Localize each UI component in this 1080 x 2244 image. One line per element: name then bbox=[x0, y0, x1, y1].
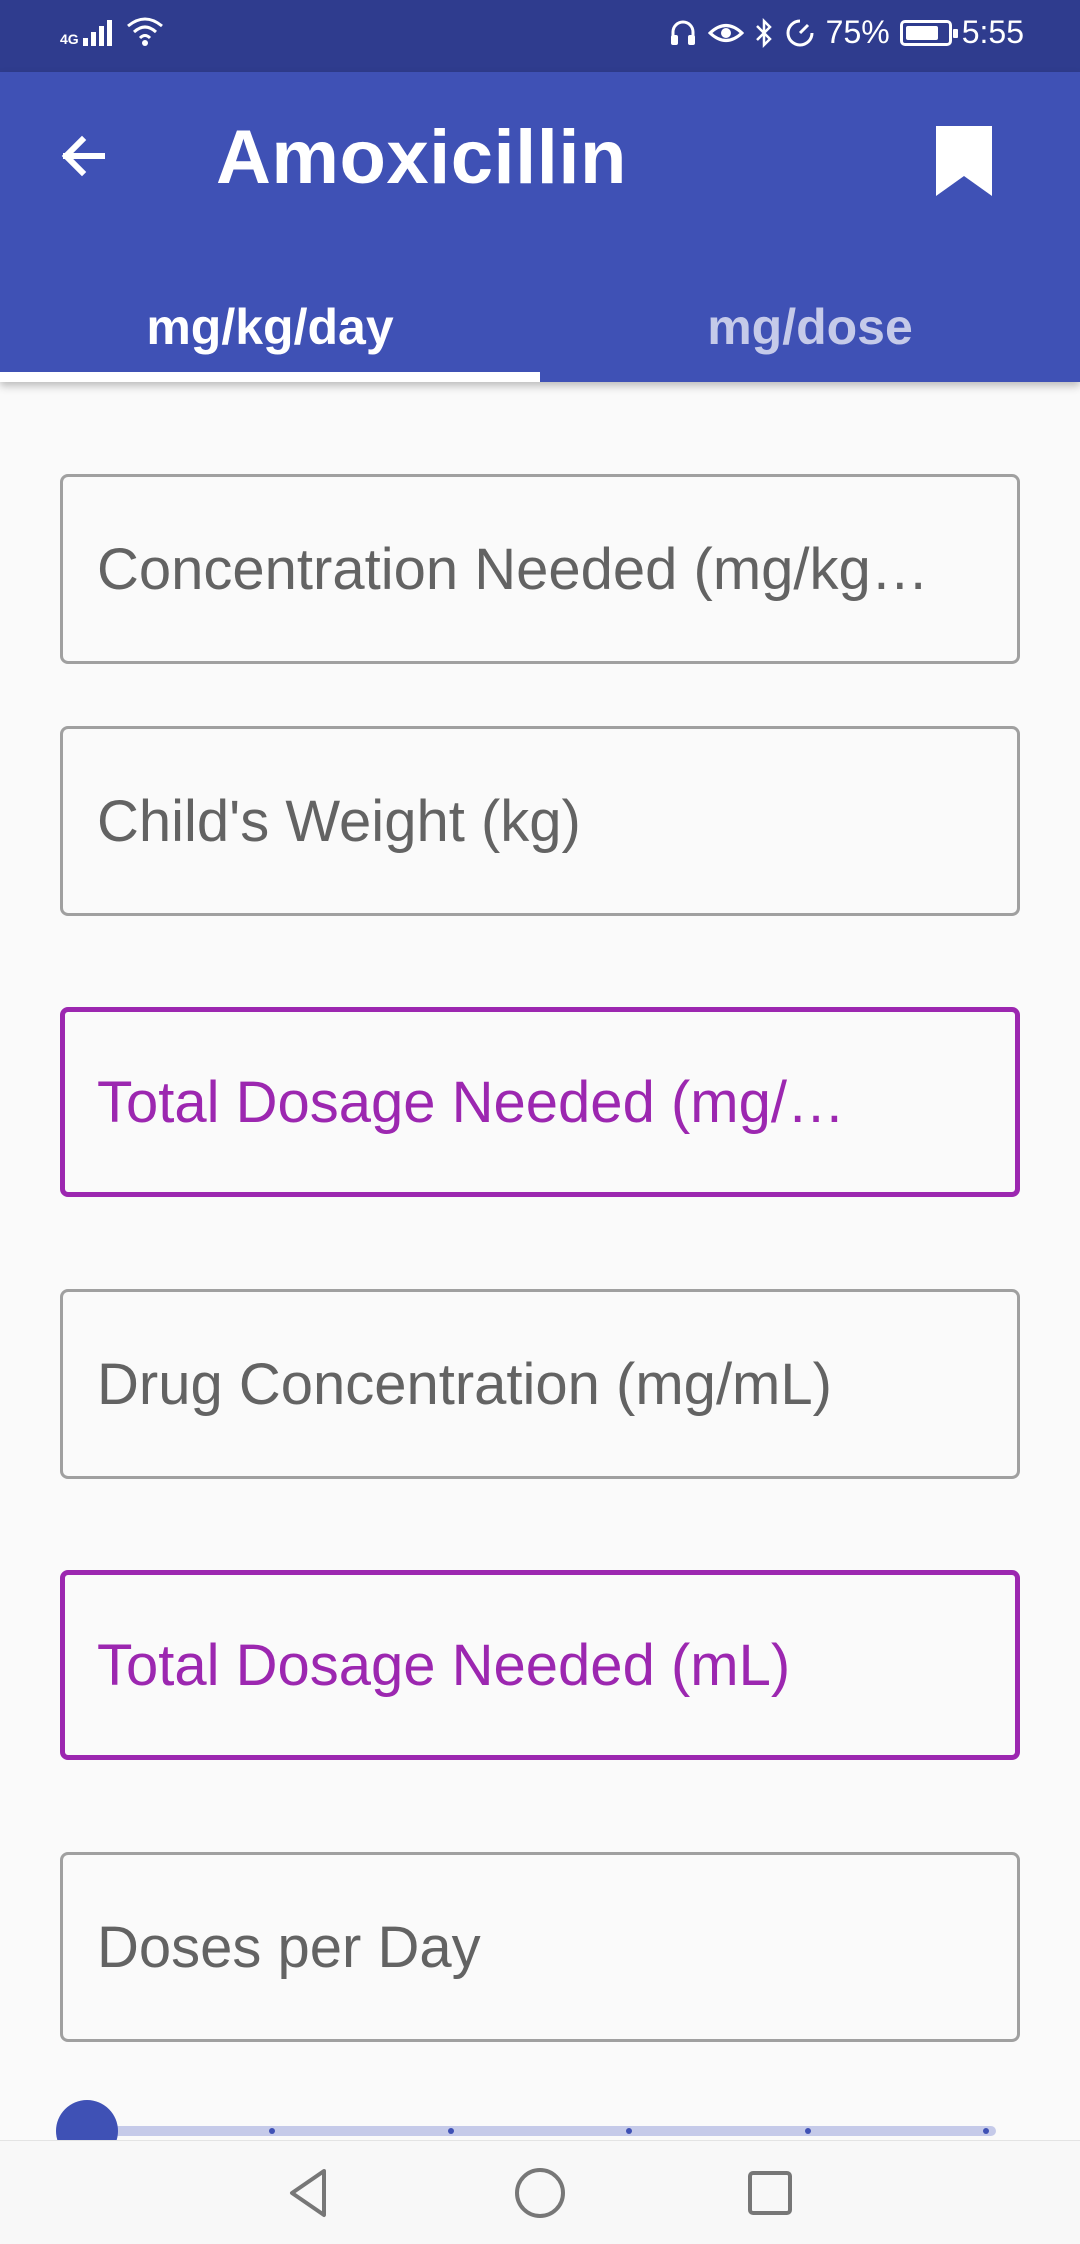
data-saver-icon bbox=[786, 19, 814, 46]
recents-square-icon[interactable] bbox=[740, 2163, 800, 2223]
total-dosage-mg-field[interactable]: Total Dosage Needed (mg/… bbox=[60, 1007, 1020, 1197]
bluetooth-icon bbox=[755, 17, 772, 48]
system-nav-bar bbox=[0, 2140, 1080, 2244]
tab-indicator bbox=[0, 372, 540, 382]
childs-weight-field[interactable]: Child's Weight (kg) bbox=[60, 726, 1020, 916]
home-circle-icon[interactable] bbox=[510, 2163, 570, 2223]
tab-mg-dose[interactable]: mg/dose bbox=[540, 272, 1080, 382]
page-title: Amoxicillin bbox=[216, 115, 627, 200]
arrow-back-icon[interactable] bbox=[52, 124, 116, 188]
eye-icon bbox=[707, 23, 744, 42]
bookmark-icon[interactable] bbox=[932, 116, 996, 206]
doses-per-day-field[interactable]: Doses per Day bbox=[60, 1852, 1020, 2042]
app-bar: Amoxicillin mg/kg/day mg/dose bbox=[0, 72, 1080, 382]
slider-tick bbox=[983, 2128, 989, 2134]
total-dosage-ml-field[interactable]: Total Dosage Needed (mL) bbox=[60, 1570, 1020, 1760]
slider-tick bbox=[448, 2128, 454, 2134]
status-bar: 4G 75% 5:55 bbox=[0, 0, 1080, 72]
slider-track[interactable] bbox=[86, 2126, 996, 2136]
network-type: 4G bbox=[60, 31, 79, 47]
wifi-icon bbox=[126, 17, 163, 46]
battery-percent: 75% bbox=[825, 14, 890, 50]
back-triangle-icon[interactable] bbox=[280, 2163, 340, 2223]
slider-tick bbox=[805, 2128, 811, 2134]
clock: 5:55 bbox=[961, 14, 1024, 50]
doses-slider[interactable] bbox=[56, 2098, 996, 2162]
signal-icon: 4G bbox=[60, 16, 112, 46]
slider-tick bbox=[626, 2128, 632, 2134]
drug-concentration-field[interactable]: Drug Concentration (mg/mL) bbox=[60, 1289, 1020, 1479]
concentration-needed-field[interactable]: Concentration Needed (mg/kg… bbox=[60, 474, 1020, 664]
headset-icon bbox=[670, 20, 695, 45]
battery-icon bbox=[899, 19, 958, 46]
slider-tick bbox=[269, 2128, 275, 2134]
tab-mg-kg-day[interactable]: mg/kg/day bbox=[0, 272, 540, 382]
